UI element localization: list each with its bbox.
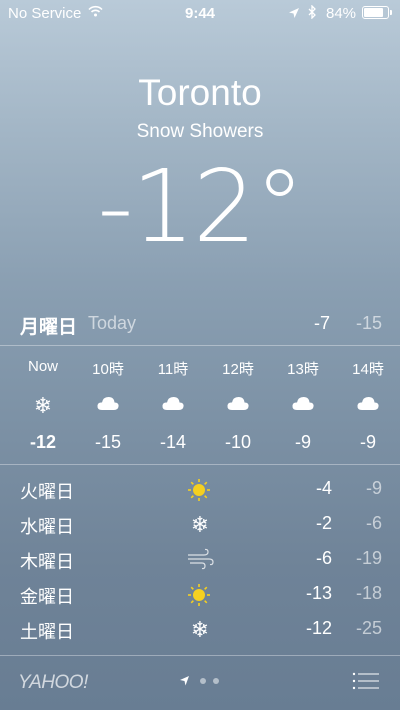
day-name: 土曜日 <box>20 622 74 642</box>
bluetooth-icon <box>308 4 317 22</box>
snow-icon: ❄ <box>190 617 210 642</box>
day-low: -18 <box>355 583 382 603</box>
page-dot <box>213 678 219 684</box>
cloud-icon <box>338 394 398 418</box>
day-low: -9 <box>365 478 382 498</box>
page-dot <box>200 678 206 684</box>
list-icon[interactable] <box>352 671 380 691</box>
battery-fill <box>364 8 384 17</box>
cloud-icon <box>273 394 333 418</box>
location-arrow-icon <box>288 6 300 23</box>
hour-temp: -15 <box>94 432 121 452</box>
day-name: 火曜日 <box>20 482 74 502</box>
day-name: 金曜日 <box>20 587 74 607</box>
hour-temp: -14 <box>159 432 186 452</box>
current-temperature: -12° <box>97 148 304 265</box>
sun-icon <box>186 583 214 607</box>
location-page-icon <box>180 676 189 686</box>
day-high: -6 <box>315 548 332 568</box>
yahoo-logo[interactable]: YAHOO! <box>18 672 88 694</box>
today-low: -15 <box>355 313 382 333</box>
divider <box>0 464 400 465</box>
hour-temp: -9 <box>294 432 311 452</box>
hour-time: 13時 <box>287 361 319 378</box>
hour-time: 11時 <box>157 361 189 378</box>
hour-temp: -9 <box>359 432 376 452</box>
battery-percent: 84% <box>326 5 357 22</box>
cloud-icon <box>78 394 138 418</box>
snow-icon: ❄ <box>33 393 53 418</box>
today-high: -7 <box>313 313 330 333</box>
today-label: Today <box>88 313 137 333</box>
hour-time: 10時 <box>92 361 124 378</box>
day-low: -25 <box>355 618 382 638</box>
hour-time: 12時 <box>222 361 254 378</box>
wind-icon <box>186 548 214 572</box>
day-name: 水曜日 <box>20 517 74 537</box>
today-day-name: 月曜日 <box>20 317 78 338</box>
cloud-icon <box>208 394 268 418</box>
battery-icon <box>362 6 392 19</box>
hour-temp: -12 <box>29 432 56 452</box>
day-high: -4 <box>315 478 332 498</box>
city-name: Toronto <box>138 72 262 113</box>
day-low: -19 <box>355 548 382 568</box>
battery-nub <box>390 10 392 15</box>
hour-time: Now <box>27 358 58 375</box>
hour-time: 14時 <box>352 361 384 378</box>
cloud-icon <box>143 394 203 418</box>
day-high: -13 <box>305 583 332 603</box>
day-high: -12 <box>305 618 332 638</box>
status-bar: No Service 9:44 84% <box>0 0 400 28</box>
weather-condition: Snow Showers <box>136 121 264 142</box>
snow-icon: ❄ <box>190 512 210 537</box>
divider <box>0 655 400 656</box>
sun-icon <box>186 478 214 502</box>
day-name: 木曜日 <box>20 552 74 572</box>
day-low: -6 <box>365 513 382 533</box>
page-indicator[interactable] <box>178 673 228 689</box>
day-high: -2 <box>315 513 332 533</box>
hour-temp: -10 <box>224 432 251 452</box>
divider <box>0 345 400 346</box>
